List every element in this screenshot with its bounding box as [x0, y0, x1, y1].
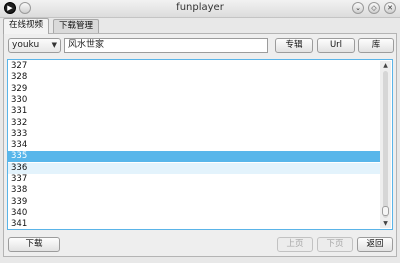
episode-list[interactable]: 327 328 329 330 331 332 333 334 335 336 337 338 339 3…	[7, 59, 393, 230]
tab-online-video[interactable]: 在线视频	[3, 18, 49, 34]
list-item[interactable]: 337	[8, 174, 380, 185]
list-item[interactable]: 334	[8, 140, 380, 151]
maximize-icon[interactable]: ◇	[368, 2, 380, 14]
prev-page-button[interactable]: 上页	[277, 237, 313, 252]
list-item[interactable]: 335	[8, 151, 380, 163]
back-button[interactable]: 返回	[357, 237, 393, 252]
download-button[interactable]: 下载	[8, 237, 60, 252]
list-item[interactable]: 327	[8, 61, 380, 72]
list-item[interactable]: 338	[8, 185, 380, 196]
tab-download-manager[interactable]: 下载管理	[53, 19, 99, 33]
chevron-down-icon[interactable]: ⌄	[352, 2, 364, 14]
scrollbar-track[interactable]	[383, 71, 388, 218]
scroll-down-icon[interactable]: ▼	[380, 219, 391, 228]
next-page-button[interactable]: 下页	[317, 237, 353, 252]
source-select-value: youku	[12, 40, 40, 50]
list-item[interactable]: 341	[8, 219, 380, 229]
library-button[interactable]: 库	[358, 38, 394, 53]
list-item[interactable]: 332	[8, 118, 380, 129]
search-input[interactable]: 风水世家	[64, 38, 268, 53]
window-title: funplayer	[176, 2, 224, 13]
close-icon[interactable]: ✕	[384, 2, 396, 14]
list-item[interactable]: 340	[8, 208, 380, 219]
list-scrollbar[interactable]: ▲ ▼	[380, 61, 391, 228]
list-item[interactable]: 339	[8, 197, 380, 208]
scrollbar-thumb[interactable]	[382, 205, 389, 216]
list-item[interactable]: 329	[8, 84, 380, 95]
url-button[interactable]: Url	[317, 38, 355, 53]
album-button[interactable]: 专辑	[275, 38, 313, 53]
list-item[interactable]: 330	[8, 95, 380, 106]
list-item[interactable]: 328	[8, 72, 380, 83]
list-item[interactable]: 336	[8, 162, 380, 174]
scroll-up-icon[interactable]: ▲	[380, 61, 391, 70]
list-item[interactable]: 331	[8, 106, 380, 117]
chevron-down-icon: ▼	[51, 41, 57, 49]
list-item[interactable]: 333	[8, 129, 380, 140]
title-bar: ▶ funplayer ⌄ ◇ ✕	[0, 0, 400, 18]
source-select[interactable]: youku ▼	[8, 38, 61, 53]
